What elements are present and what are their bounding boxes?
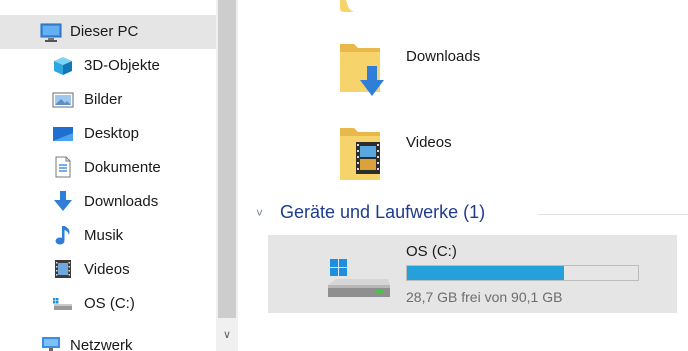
nav-item-label: Musik bbox=[84, 227, 124, 244]
partial-folder-icon bbox=[340, 0, 354, 12]
nav-item-label: Desktop bbox=[84, 125, 140, 142]
videos-folder-icon bbox=[340, 128, 380, 180]
nav-item-dieser-pc[interactable]: Dieser PC bbox=[0, 15, 216, 49]
sidebar-scrollbar[interactable]: ∨ bbox=[216, 0, 238, 351]
drive-free-space: 28,7 GB frei von 90,1 GB bbox=[406, 289, 563, 305]
download-arrow-icon bbox=[54, 191, 72, 211]
nav-item-musik[interactable]: Musik bbox=[0, 219, 216, 253]
nav-item-netzwerk[interactable]: Netzwerk bbox=[0, 329, 216, 351]
windows-drive-icon bbox=[328, 259, 390, 297]
cube-3d-icon bbox=[54, 57, 72, 75]
nav-item-desktop[interactable]: Desktop bbox=[0, 117, 216, 151]
pictures-icon bbox=[52, 92, 74, 108]
nav-item-label: Downloads bbox=[84, 193, 159, 210]
folder-tile-videos[interactable]: Videos bbox=[334, 116, 684, 186]
chevron-down-icon[interactable]: ˅ bbox=[256, 206, 263, 220]
navigation-pane: Dieser PC 3D-Objekte Bilder Desktop Doku… bbox=[0, 0, 216, 351]
nav-item-bilder[interactable]: Bilder bbox=[0, 83, 216, 117]
downloads-folder-icon bbox=[340, 44, 384, 96]
drive-icon bbox=[53, 298, 72, 310]
content-pane: Downloads Videos ˅ Geräte und Laufwerke … bbox=[238, 0, 688, 351]
scrollbar-thumb[interactable] bbox=[218, 0, 236, 318]
nav-item-label: Netzwerk bbox=[70, 337, 133, 351]
nav-item-label: Dokumente bbox=[84, 159, 161, 176]
folder-label: Videos bbox=[406, 134, 452, 151]
nav-item-videos[interactable]: Videos bbox=[0, 253, 216, 287]
film-icon bbox=[55, 260, 71, 278]
folder-label: Downloads bbox=[406, 48, 481, 65]
folder-tile-downloads[interactable]: Downloads bbox=[334, 32, 684, 100]
group-header-devices[interactable]: ˅ Geräte und Laufwerke (1) bbox=[238, 200, 688, 228]
nav-item-os-c[interactable]: OS (C:) bbox=[0, 287, 216, 321]
nav-item-label: Bilder bbox=[84, 91, 123, 108]
nav-item-label: OS (C:) bbox=[84, 295, 135, 312]
scroll-down-arrow-icon[interactable]: ∨ bbox=[218, 322, 236, 346]
pc-icon bbox=[40, 23, 62, 42]
document-icon bbox=[55, 156, 71, 178]
desktop-icon bbox=[53, 127, 73, 141]
music-note-icon bbox=[55, 226, 70, 245]
group-divider bbox=[538, 214, 688, 215]
nav-item-label: Videos bbox=[84, 261, 130, 278]
drive-usage-bar bbox=[406, 265, 639, 281]
nav-item-dokumente[interactable]: Dokumente bbox=[0, 151, 216, 185]
nav-item-3d-objekte[interactable]: 3D-Objekte bbox=[0, 49, 216, 83]
drive-name: OS (C:) bbox=[406, 243, 457, 260]
nav-item-label: 3D-Objekte bbox=[84, 57, 160, 74]
group-title: Geräte und Laufwerke (1) bbox=[280, 202, 486, 222]
nav-item-label: Dieser PC bbox=[70, 23, 139, 40]
network-icon bbox=[42, 337, 60, 351]
drive-tile-os-c[interactable]: OS (C:) 28,7 GB frei von 90,1 GB bbox=[268, 235, 677, 313]
drive-usage-fill bbox=[407, 266, 565, 280]
nav-item-downloads[interactable]: Downloads bbox=[0, 185, 216, 219]
